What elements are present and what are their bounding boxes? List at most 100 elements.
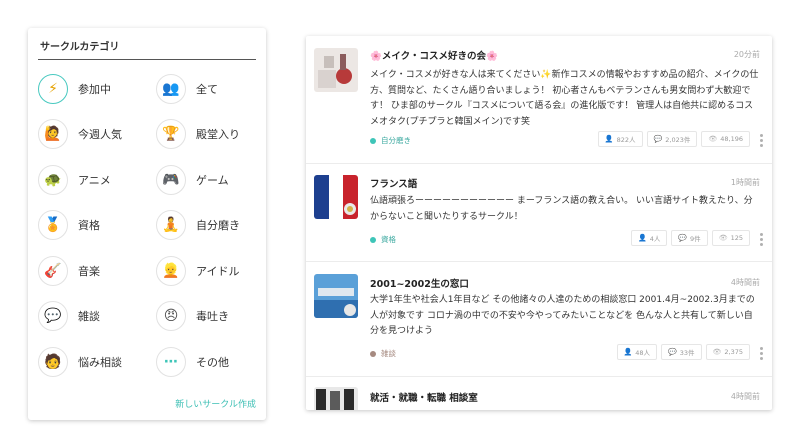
circle-tag-label: 雑談	[381, 349, 396, 358]
comments-count: 💬 33件	[661, 344, 702, 360]
circle-time: 20分前	[733, 50, 760, 59]
members-count: 👤 822人	[597, 131, 643, 147]
circle-tag[interactable]: 資格	[370, 234, 396, 245]
circle-list-item[interactable]: 🌸メイク・コスメ好きの会🌸 20分前 メイク・コスメが好きな人は来てください✨新…	[306, 36, 772, 164]
comment-icon: 💬	[653, 135, 663, 143]
circle-stats: 👤 48人 💬 33件 👁 2,375	[616, 344, 750, 360]
views-value: 48,196	[720, 135, 743, 143]
category-label: 自分磨き	[196, 219, 240, 233]
category-label: 音楽	[78, 264, 100, 278]
more-vertical-icon[interactable]	[758, 345, 764, 362]
consult-person-icon: 🧑	[38, 346, 68, 377]
category-grid: ⚡ 参加中 👥 全て 🙋 今週人気 🏆 殿堂入り 🐢 アニメ 🎮 ゲーム 🏅 資…	[38, 66, 256, 385]
category-label: 悩み相談	[78, 355, 122, 369]
category-item-all[interactable]: 👥 全て	[156, 66, 274, 112]
category-label: 参加中	[78, 82, 111, 96]
eye-icon: 👁	[712, 348, 722, 356]
circle-thumbnail	[314, 48, 358, 92]
circle-title[interactable]: 2001~2002生の窓口	[370, 276, 469, 290]
comments-count: 💬 2,023件	[646, 131, 698, 147]
category-item-consultation[interactable]: 🧑 悩み相談	[38, 339, 156, 385]
tag-dot-icon	[370, 236, 376, 243]
circle-list-item[interactable]: フランス語 1時間前 仏語頑張ろーーーーーーーーーーー まーフランス語の教え合い…	[306, 164, 772, 262]
category-item-idol[interactable]: 👱 アイドル	[156, 248, 274, 294]
members-count: 👤 4人	[630, 230, 668, 246]
circle-time: 4時間前	[730, 278, 760, 287]
circle-thumbnail	[314, 387, 358, 410]
comment-icon: 💬	[668, 348, 677, 356]
category-label: 雑談	[78, 310, 100, 324]
category-item-participating[interactable]: ⚡ 参加中	[38, 66, 156, 112]
person-icon: 👤	[604, 135, 614, 143]
new-circle-link[interactable]: 新しいサークル作成	[175, 397, 256, 410]
trophy-person-icon: 🏆	[156, 119, 186, 150]
circle-tag-label: 自分磨き	[381, 136, 411, 145]
more-vertical-icon[interactable]	[758, 132, 764, 149]
circle-stats: 👤 4人 💬 9件 👁 125	[630, 230, 750, 246]
views-value: 125	[730, 234, 743, 242]
eye-icon: 👁	[718, 234, 728, 242]
circle-tag[interactable]: 自分磨き	[370, 135, 411, 146]
category-item-certification[interactable]: 🏅 資格	[38, 203, 156, 249]
circle-title[interactable]: 🌸メイク・コスメ好きの会🌸	[370, 48, 498, 62]
certificate-icon: 🏅	[38, 210, 68, 241]
category-item-hall-of-fame[interactable]: 🏆 殿堂入り	[156, 112, 274, 158]
circle-title[interactable]: 就活・就職・転職 相談室	[370, 390, 478, 404]
category-item-music[interactable]: 🎸 音楽	[38, 248, 156, 294]
comments-count: 💬 9件	[671, 230, 708, 246]
lightning-icon: ⚡	[38, 73, 68, 104]
views-count: 👁 48,196	[701, 131, 750, 147]
category-label: アニメ	[78, 173, 111, 187]
circle-thumbnail	[314, 274, 358, 318]
members-value: 4人	[649, 235, 661, 243]
category-item-self-improvement[interactable]: 🧘 自分磨き	[156, 203, 274, 249]
category-panel: サークルカテゴリ ⚡ 参加中 👥 全て 🙋 今週人気 🏆 殿堂入り 🐢 アニメ …	[28, 28, 266, 420]
game-controller-icon: 🎮	[156, 164, 186, 195]
more-vertical-icon[interactable]	[758, 231, 764, 248]
comments-value: 9件	[690, 235, 701, 243]
anime-icon: 🐢	[38, 164, 68, 195]
category-panel-title: サークルカテゴリ	[38, 38, 256, 60]
comment-icon: 💬	[678, 234, 688, 242]
person-icon: 👤	[637, 234, 647, 242]
category-label: その他	[196, 355, 229, 369]
members-count: 👤 48人	[616, 344, 657, 360]
views-count: 👁 125	[711, 230, 750, 246]
idol-icon: 👱	[156, 255, 186, 286]
views-count: 👁 2,375	[705, 344, 750, 360]
circle-stats: 👤 822人 💬 2,023件 👁 48,196	[597, 131, 750, 147]
circle-thumbnail	[314, 175, 358, 219]
guitar-icon: 🎸	[38, 255, 68, 286]
comments-value: 33件	[679, 349, 695, 357]
circle-tag-label: 資格	[381, 235, 396, 244]
category-label: アイドル	[196, 264, 240, 278]
category-item-other[interactable]: ⋯ その他	[156, 339, 274, 385]
person-icon: 👤	[623, 348, 633, 356]
popular-person-icon: 🙋	[38, 119, 68, 150]
angry-face-icon: 😠	[156, 301, 186, 332]
self-improvement-icon: 🧘	[156, 210, 186, 241]
circle-description: 大学1年生や社会人1年目など その他諸々の人達のための相談窓口 2001.4月~…	[370, 295, 755, 336]
category-label: 全て	[196, 82, 218, 96]
comments-value: 2,023件	[665, 136, 691, 144]
circle-title[interactable]: フランス語	[370, 176, 417, 190]
category-label: ゲーム	[196, 173, 229, 187]
more-dots-icon: ⋯	[156, 346, 186, 377]
circle-description: メイク・コスメが好きな人は来てください✨新作コスメの情報やおすすめ品の紹介、メイ…	[370, 70, 759, 127]
category-label: 殿堂入り	[196, 128, 240, 142]
chat-people-icon: 💬	[38, 301, 68, 332]
circle-time: 4時間前	[730, 392, 760, 401]
members-value: 822人	[616, 136, 636, 144]
circle-tag[interactable]: 雑談	[370, 348, 396, 359]
circle-list-item[interactable]: 就活・就職・転職 相談室 4時間前	[306, 377, 772, 410]
people-group-icon: 👥	[156, 73, 186, 104]
category-label: 今週人気	[78, 128, 122, 142]
category-item-chat[interactable]: 💬 雑談	[38, 294, 156, 340]
category-item-venting[interactable]: 😠 毒吐き	[156, 294, 274, 340]
circle-time: 1時間前	[730, 178, 760, 187]
category-item-anime[interactable]: 🐢 アニメ	[38, 157, 156, 203]
circle-list-panel: 🌸メイク・コスメ好きの会🌸 20分前 メイク・コスメが好きな人は来てください✨新…	[306, 36, 772, 410]
circle-list-item[interactable]: 2001~2002生の窓口 4時間前 大学1年生や社会人1年目など その他諸々の…	[306, 262, 772, 377]
category-item-weekly-popular[interactable]: 🙋 今週人気	[38, 112, 156, 158]
category-item-game[interactable]: 🎮 ゲーム	[156, 157, 274, 203]
